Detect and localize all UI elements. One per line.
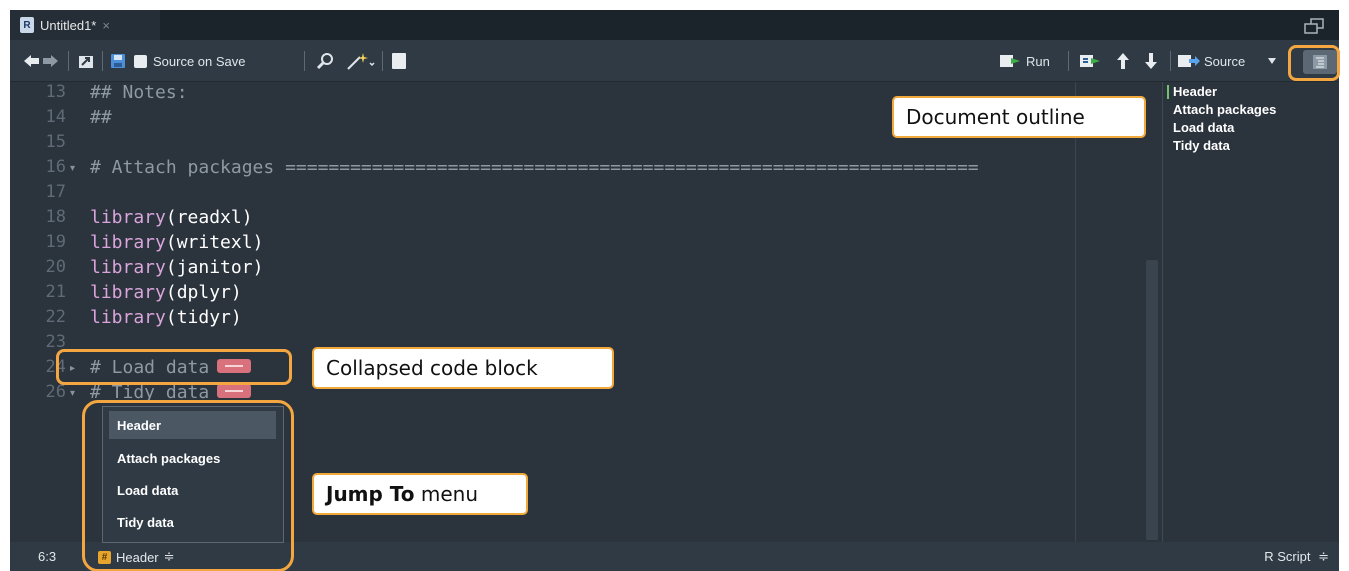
source-on-save-label: Source on Save — [153, 53, 246, 69]
fold-expand-badge-icon[interactable] — [217, 384, 252, 398]
notebook-icon[interactable] — [392, 53, 406, 69]
source-on-save-checkbox[interactable]: Source on Save — [134, 52, 246, 70]
outline-item-header[interactable]: Header — [1173, 84, 1217, 99]
code-line: library(readxl) — [90, 207, 253, 228]
save-icon[interactable] — [110, 53, 126, 69]
line-number: 22 — [45, 307, 66, 327]
line-number: 18 — [45, 207, 66, 227]
rstudio-editor-window: R Untitled1* × Source on Save Run Source… — [0, 0, 1349, 571]
code-line: ## — [90, 107, 112, 128]
close-tab-icon[interactable]: × — [102, 18, 110, 33]
run-icon[interactable] — [1000, 53, 1022, 69]
run-button[interactable]: Run — [1026, 52, 1050, 70]
down-arrow-icon[interactable] — [1144, 53, 1158, 69]
line-number: 16 — [45, 157, 66, 177]
callout-collapsed-block: Collapsed code block — [312, 347, 614, 389]
source-label: Source — [1204, 53, 1246, 69]
function-arg: writexl — [176, 232, 253, 253]
updown-chevron-icon: ≑ — [1318, 549, 1329, 564]
line-number: 23 — [45, 332, 66, 352]
checkbox-icon[interactable] — [134, 54, 147, 68]
function-name: library — [90, 307, 166, 328]
file-type-label: R Script — [1264, 549, 1311, 564]
function-name: library — [90, 232, 166, 253]
forward-arrow-icon[interactable] — [42, 54, 58, 68]
fold-open-icon[interactable]: ▾ — [70, 388, 75, 399]
function-arg: tidyr — [176, 307, 231, 328]
chevron-down-icon[interactable] — [1268, 58, 1276, 64]
callout-text: menu — [414, 482, 479, 506]
line-number: 21 — [45, 282, 66, 302]
rerun-icon[interactable] — [1080, 53, 1102, 69]
line-number: 17 — [45, 182, 66, 202]
code-line: ## Notes: — [90, 82, 188, 103]
up-arrow-icon[interactable] — [1116, 53, 1130, 69]
outline-active-marker — [1167, 85, 1169, 99]
outline-item-load-data[interactable]: Load data — [1173, 120, 1234, 135]
callout-text-bold: Jump To — [326, 482, 415, 506]
search-icon[interactable] — [316, 52, 334, 70]
editor-toolbar: Source on Save Run Source — [10, 40, 1339, 82]
tab-title: Untitled1* — [40, 17, 97, 33]
document-outline-pane: Header Attach packages Load data Tidy da… — [1162, 82, 1339, 542]
jump-menu-highlight — [82, 400, 294, 571]
code-line: library(writexl) — [90, 232, 264, 253]
code-line: # Attach packages ======================… — [90, 157, 979, 178]
source-button[interactable]: Source — [1204, 52, 1245, 70]
line-number: 13 — [45, 82, 66, 102]
callout-text: Document outline — [906, 105, 1085, 129]
file-type-selector[interactable]: R Script ≑ — [1264, 549, 1329, 565]
run-label: Run — [1026, 53, 1050, 69]
line-number: 26 — [45, 382, 66, 402]
source-icon[interactable] — [1178, 53, 1200, 69]
maximize-pane-icon[interactable] — [1303, 18, 1325, 34]
fold-open-icon[interactable]: ▾ — [70, 163, 75, 174]
function-arg: dplyr — [176, 282, 231, 303]
tab-untitled1[interactable]: R Untitled1* × — [10, 10, 160, 40]
code-line: library(tidyr) — [90, 307, 242, 328]
function-name: library — [90, 257, 166, 278]
function-arg: readxl — [176, 207, 242, 228]
function-arg: janitor — [176, 257, 253, 278]
callout-text: Collapsed code block — [326, 356, 538, 380]
code-line: library(janitor) — [90, 257, 264, 278]
line-number: 20 — [45, 257, 66, 277]
magic-wand-icon[interactable] — [346, 51, 376, 71]
line-number: 14 — [45, 107, 66, 127]
tab-bar: R Untitled1* × — [10, 10, 1339, 40]
line-number: 15 — [45, 132, 66, 152]
callout-document-outline: Document outline — [892, 96, 1146, 138]
outline-button-highlight — [1288, 45, 1340, 81]
outline-item-tidy-data[interactable]: Tidy data — [1173, 138, 1230, 153]
outline-item-attach-packages[interactable]: Attach packages — [1173, 102, 1276, 117]
collapsed-block-highlight — [56, 349, 292, 385]
cursor-position: 6:3 — [38, 549, 57, 564]
code-line: library(dplyr) — [90, 282, 242, 303]
function-name: library — [90, 207, 166, 228]
show-in-window-icon[interactable] — [78, 53, 94, 69]
function-name: library — [90, 282, 166, 303]
line-number: 19 — [45, 232, 66, 252]
callout-jump-to-menu: Jump To menu — [312, 473, 528, 515]
vertical-scrollbar[interactable] — [1146, 260, 1158, 540]
r-file-icon: R — [20, 17, 34, 33]
